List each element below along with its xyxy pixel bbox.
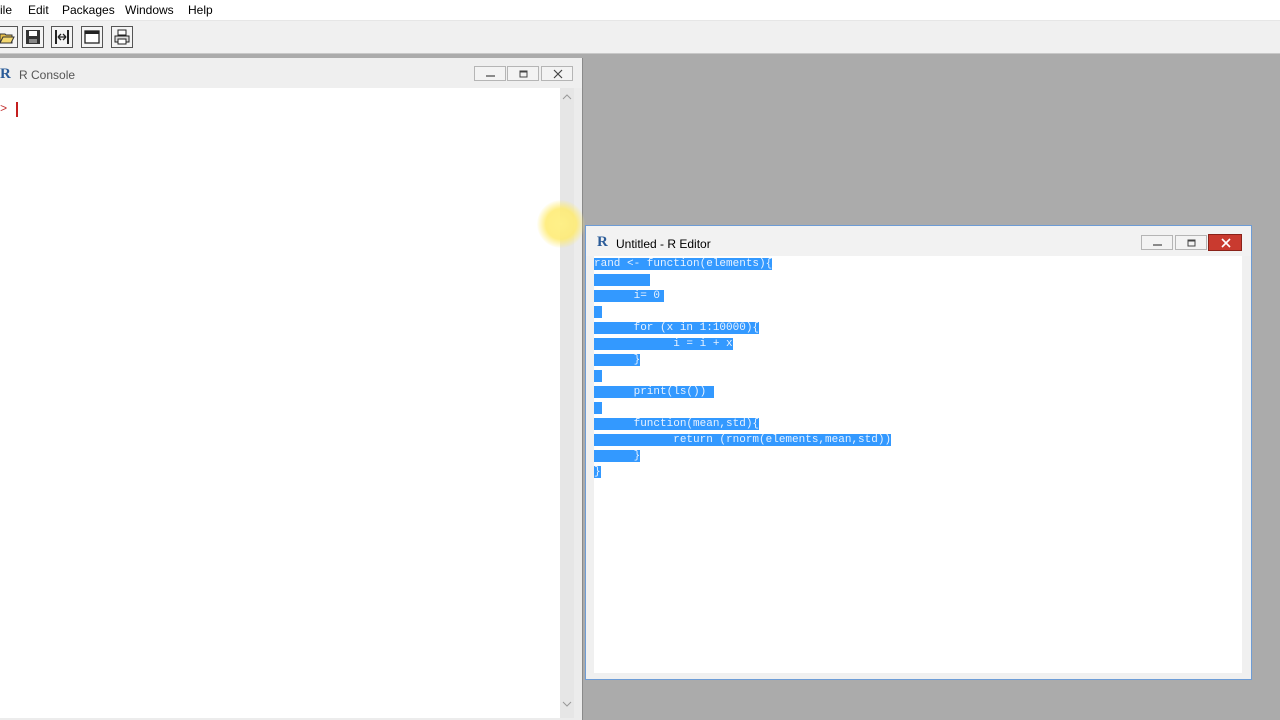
open-script-button[interactable] [0,26,18,48]
code-line: function(mean,std){ [594,418,760,430]
code-line: } [594,354,641,366]
close-icon [1221,238,1231,248]
window-icon [84,30,100,44]
code-line: rand <- function(elements){ [594,258,773,270]
code-line: } [594,466,601,478]
restore-icon [1187,239,1196,247]
console-window: R R Console > [0,58,583,720]
r-logo-icon: R [0,66,11,82]
menu-packages[interactable]: Packages [62,2,115,18]
save-icon [26,30,40,44]
save-button[interactable] [22,26,44,48]
minimize-button[interactable] [474,66,506,81]
scroll-up-arrow-icon[interactable] [560,91,574,103]
scroll-down-arrow-icon[interactable] [560,698,574,710]
mouse-cursor-highlight [537,200,585,248]
resize-button[interactable] [51,26,73,48]
editor-title: Untitled - R Editor [616,237,711,251]
code-line: } [594,450,641,462]
editor-text-area[interactable]: rand <- function(elements){ i= 0 for (x … [594,256,1242,673]
resize-icon [55,30,69,44]
text-cursor [16,102,18,117]
r-logo-icon: R [597,234,608,250]
console-title: R Console [19,68,76,82]
menu-file[interactable]: ile [0,2,12,18]
menu-bar: ile Edit Packages Windows Help [0,0,1280,21]
code-line: print(ls()) [594,384,715,400]
print-button[interactable] [111,26,133,48]
console-scrollbar[interactable] [560,88,574,718]
console-titlebar: R R Console [0,58,582,88]
editor-titlebar: R Untitled - R Editor [586,226,1251,256]
menu-edit[interactable]: Edit [28,2,49,18]
code-line [594,400,602,416]
code-line: return (rnorm(elements,mean,std)) [594,434,892,446]
close-button[interactable] [541,66,573,81]
maximize-button[interactable] [1175,235,1207,250]
open-script-icon [0,33,15,44]
menu-help[interactable]: Help [188,2,213,18]
code-line [594,272,650,288]
menu-windows[interactable]: Windows [125,2,174,18]
minimize-button[interactable] [1141,235,1173,250]
print-icon [114,29,130,45]
close-button[interactable] [1208,234,1242,251]
code-line [594,368,602,384]
console-prompt: > [0,102,8,116]
code-line: for (x in 1:10000){ [594,322,760,334]
code-line: i = i + x [594,338,733,350]
window-button[interactable] [81,26,103,48]
maximize-button[interactable] [507,66,539,81]
close-icon [553,69,563,79]
restore-icon [519,70,528,78]
console-output[interactable]: > [0,88,560,718]
minimize-icon [486,75,495,77]
code-line [594,304,602,320]
code-line: i= 0 [594,288,665,304]
toolbar [0,21,1280,54]
minimize-icon [1153,244,1162,246]
editor-window: R Untitled - R Editor rand <- function(e… [585,225,1252,680]
